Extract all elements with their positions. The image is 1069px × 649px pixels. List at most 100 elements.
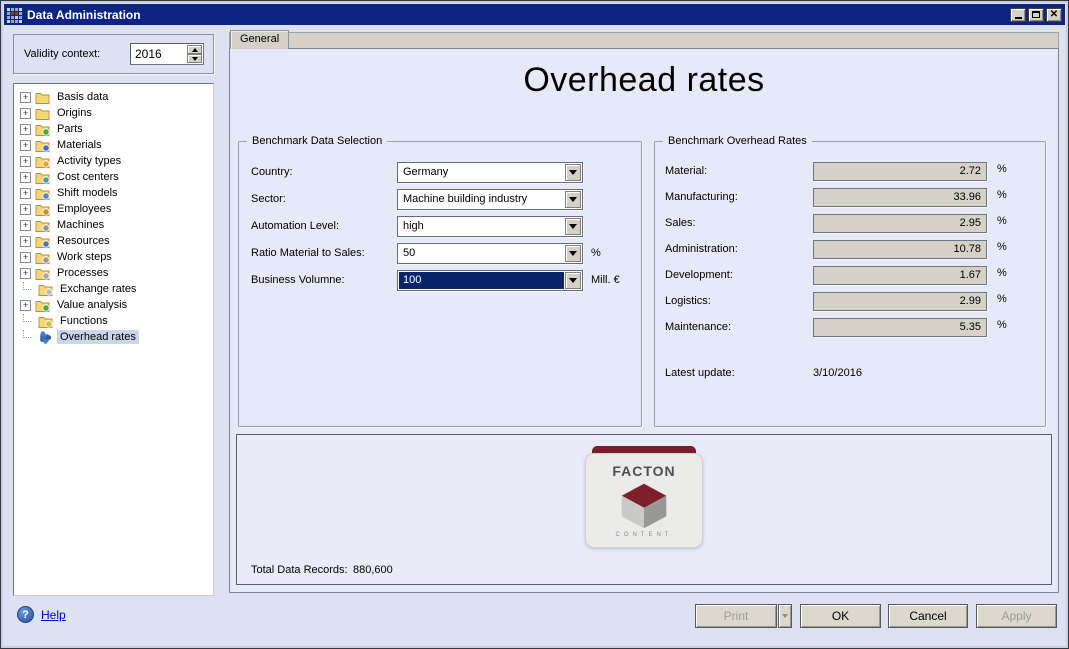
expand-plus-icon[interactable]: + — [20, 268, 31, 279]
field-row-business-volumne: Business Volumne:100Mill. € — [239, 270, 641, 292]
tree-item-machines[interactable]: + Machines — [20, 217, 211, 233]
sector-dropdown[interactable]: Machine building industry — [397, 189, 583, 210]
rate-row-logistics: Logistics:2.99% — [655, 292, 1045, 312]
rate-row-development: Development:1.67% — [655, 266, 1045, 286]
materials-folder-icon — [35, 139, 51, 152]
dropdown-value: high — [399, 218, 564, 235]
rate-value: 10.78 — [953, 243, 981, 255]
tree-item-label: Cost centers — [54, 170, 122, 184]
tab-general[interactable]: General — [230, 30, 289, 49]
sales-readonly-field: 2.95 — [813, 214, 987, 233]
tree-connector — [23, 330, 31, 338]
tree-item-processes[interactable]: +Processes — [20, 265, 211, 281]
spin-down-button[interactable] — [187, 54, 202, 63]
tree-item-employees[interactable]: +Employees — [20, 201, 211, 217]
field-row-country: Country: Germany — [239, 162, 641, 184]
tree-item-work-steps[interactable]: +Work steps — [20, 249, 211, 265]
print-dropdown-button[interactable] — [778, 604, 792, 628]
cost-centers-folder-icon — [35, 171, 51, 184]
dropdown-arrow-button[interactable] — [565, 191, 581, 208]
ratio-material-to-sales-dropdown[interactable]: 50 — [397, 243, 583, 264]
rate-value: 33.96 — [953, 191, 981, 203]
ok-button[interactable]: OK — [800, 604, 881, 628]
material-readonly-field: 2.72 — [813, 162, 987, 181]
tree-item-parts[interactable]: +Parts — [20, 121, 211, 137]
tree-item-origins[interactable]: +Origins — [20, 105, 211, 121]
expand-plus-icon[interactable]: + — [20, 220, 31, 231]
tree-item-label: Machines — [54, 218, 107, 232]
rate-unit: % — [997, 163, 1007, 175]
help-link[interactable]: Help — [41, 608, 66, 622]
tree-item-value-analysis[interactable]: +Value analysis — [20, 297, 211, 313]
tree-item-materials[interactable]: +Materials — [20, 137, 211, 153]
tree-item-resources[interactable]: + Resources — [20, 233, 211, 249]
dropdown-arrow-button[interactable] — [565, 272, 581, 289]
window-title: Data Administration — [27, 8, 1010, 22]
spin-up-button[interactable] — [187, 45, 202, 54]
expand-plus-icon[interactable]: + — [20, 236, 31, 247]
maximize-button[interactable] — [1028, 8, 1044, 22]
rate-value: 2.72 — [960, 165, 981, 177]
expand-plus-icon[interactable]: + — [20, 252, 31, 263]
expand-plus-icon[interactable]: + — [20, 188, 31, 199]
benchmark-overhead-rates-group: Benchmark Overhead Rates Material:2.72%M… — [654, 141, 1046, 427]
dropdown-arrow-icon — [569, 224, 577, 229]
apply-button[interactable]: Apply — [976, 604, 1057, 628]
validity-context-value[interactable]: 2016 — [135, 47, 162, 61]
validity-context-spinner[interactable]: 2016 — [130, 43, 204, 65]
expand-plus-icon[interactable]: + — [20, 172, 31, 183]
rate-row-material: Material:2.72% — [655, 162, 1045, 182]
country-dropdown[interactable]: Germany — [397, 162, 583, 183]
field-label: Automation Level: — [251, 220, 339, 232]
rate-value: 5.35 — [960, 321, 981, 333]
expand-plus-icon[interactable]: + — [20, 300, 31, 311]
activity-types-folder-icon — [35, 155, 51, 168]
latest-update-label: Latest update: — [665, 367, 735, 379]
rate-value: 2.95 — [960, 217, 981, 229]
cancel-button[interactable]: Cancel — [888, 604, 968, 628]
expand-plus-icon[interactable]: + — [20, 204, 31, 215]
dropdown-arrow-icon — [569, 197, 577, 202]
tree-item-basis-data[interactable]: +Basis data — [20, 89, 211, 105]
expand-plus-icon[interactable]: + — [20, 124, 31, 135]
expand-plus-icon[interactable]: + — [20, 140, 31, 151]
automation-level-dropdown[interactable]: high — [397, 216, 583, 237]
tree-item-exchange-rates[interactable]: Exchange rates — [20, 281, 211, 297]
minimize-button[interactable] — [1010, 8, 1026, 22]
dropdown-arrow-icon — [569, 278, 577, 283]
content-info-panel: FACTON CONTENT Total Data Records: 880,6… — [236, 434, 1052, 585]
validity-context-group: Validity context: 2016 — [13, 34, 214, 74]
tree-item-cost-centers[interactable]: + Cost centers — [20, 169, 211, 185]
field-label: Ratio Material to Sales: — [251, 247, 365, 259]
tree-item-shift-models[interactable]: +Shift models — [20, 185, 211, 201]
expand-plus-icon[interactable]: + — [20, 108, 31, 119]
dropdown-arrow-button[interactable] — [565, 218, 581, 235]
administration-readonly-field: 10.78 — [813, 240, 987, 259]
dropdown-value: 50 — [399, 245, 564, 262]
expand-plus-icon[interactable]: + — [20, 92, 31, 103]
logo-caption-text: CONTENT — [616, 532, 673, 538]
field-label: Country: — [251, 166, 293, 178]
total-data-records: Total Data Records: 880,600 — [251, 564, 393, 576]
tree-item-overhead-rates[interactable]: Overhead rates — [20, 329, 211, 345]
close-button[interactable]: ✕ — [1046, 8, 1062, 22]
dropdown-arrow-icon — [569, 251, 577, 256]
tree-item-functions[interactable]: Functions — [20, 313, 211, 329]
expand-plus-icon[interactable]: + — [20, 156, 31, 167]
benchmark-overhead-rates-legend: Benchmark Overhead Rates — [663, 135, 812, 147]
window-controls: ✕ — [1010, 8, 1062, 22]
dropdown-arrow-button[interactable] — [565, 164, 581, 181]
business-volumne-dropdown[interactable]: 100 — [397, 270, 583, 291]
origins-folder-icon — [35, 107, 51, 120]
field-unit: Mill. € — [591, 274, 620, 286]
rate-value: 1.67 — [960, 269, 981, 281]
development-readonly-field: 1.67 — [813, 266, 987, 285]
print-button[interactable]: Print — [695, 604, 777, 628]
dropdown-arrow-button[interactable] — [565, 245, 581, 262]
help-question-icon[interactable]: ? — [17, 606, 34, 623]
rate-label: Maintenance: — [665, 321, 731, 333]
value-analysis-folder-icon — [35, 299, 51, 312]
tree-item-label: Resources — [54, 234, 113, 248]
title-bar: Data Administration ✕ — [4, 4, 1065, 25]
tree-item-activity-types[interactable]: +Activity types — [20, 153, 211, 169]
